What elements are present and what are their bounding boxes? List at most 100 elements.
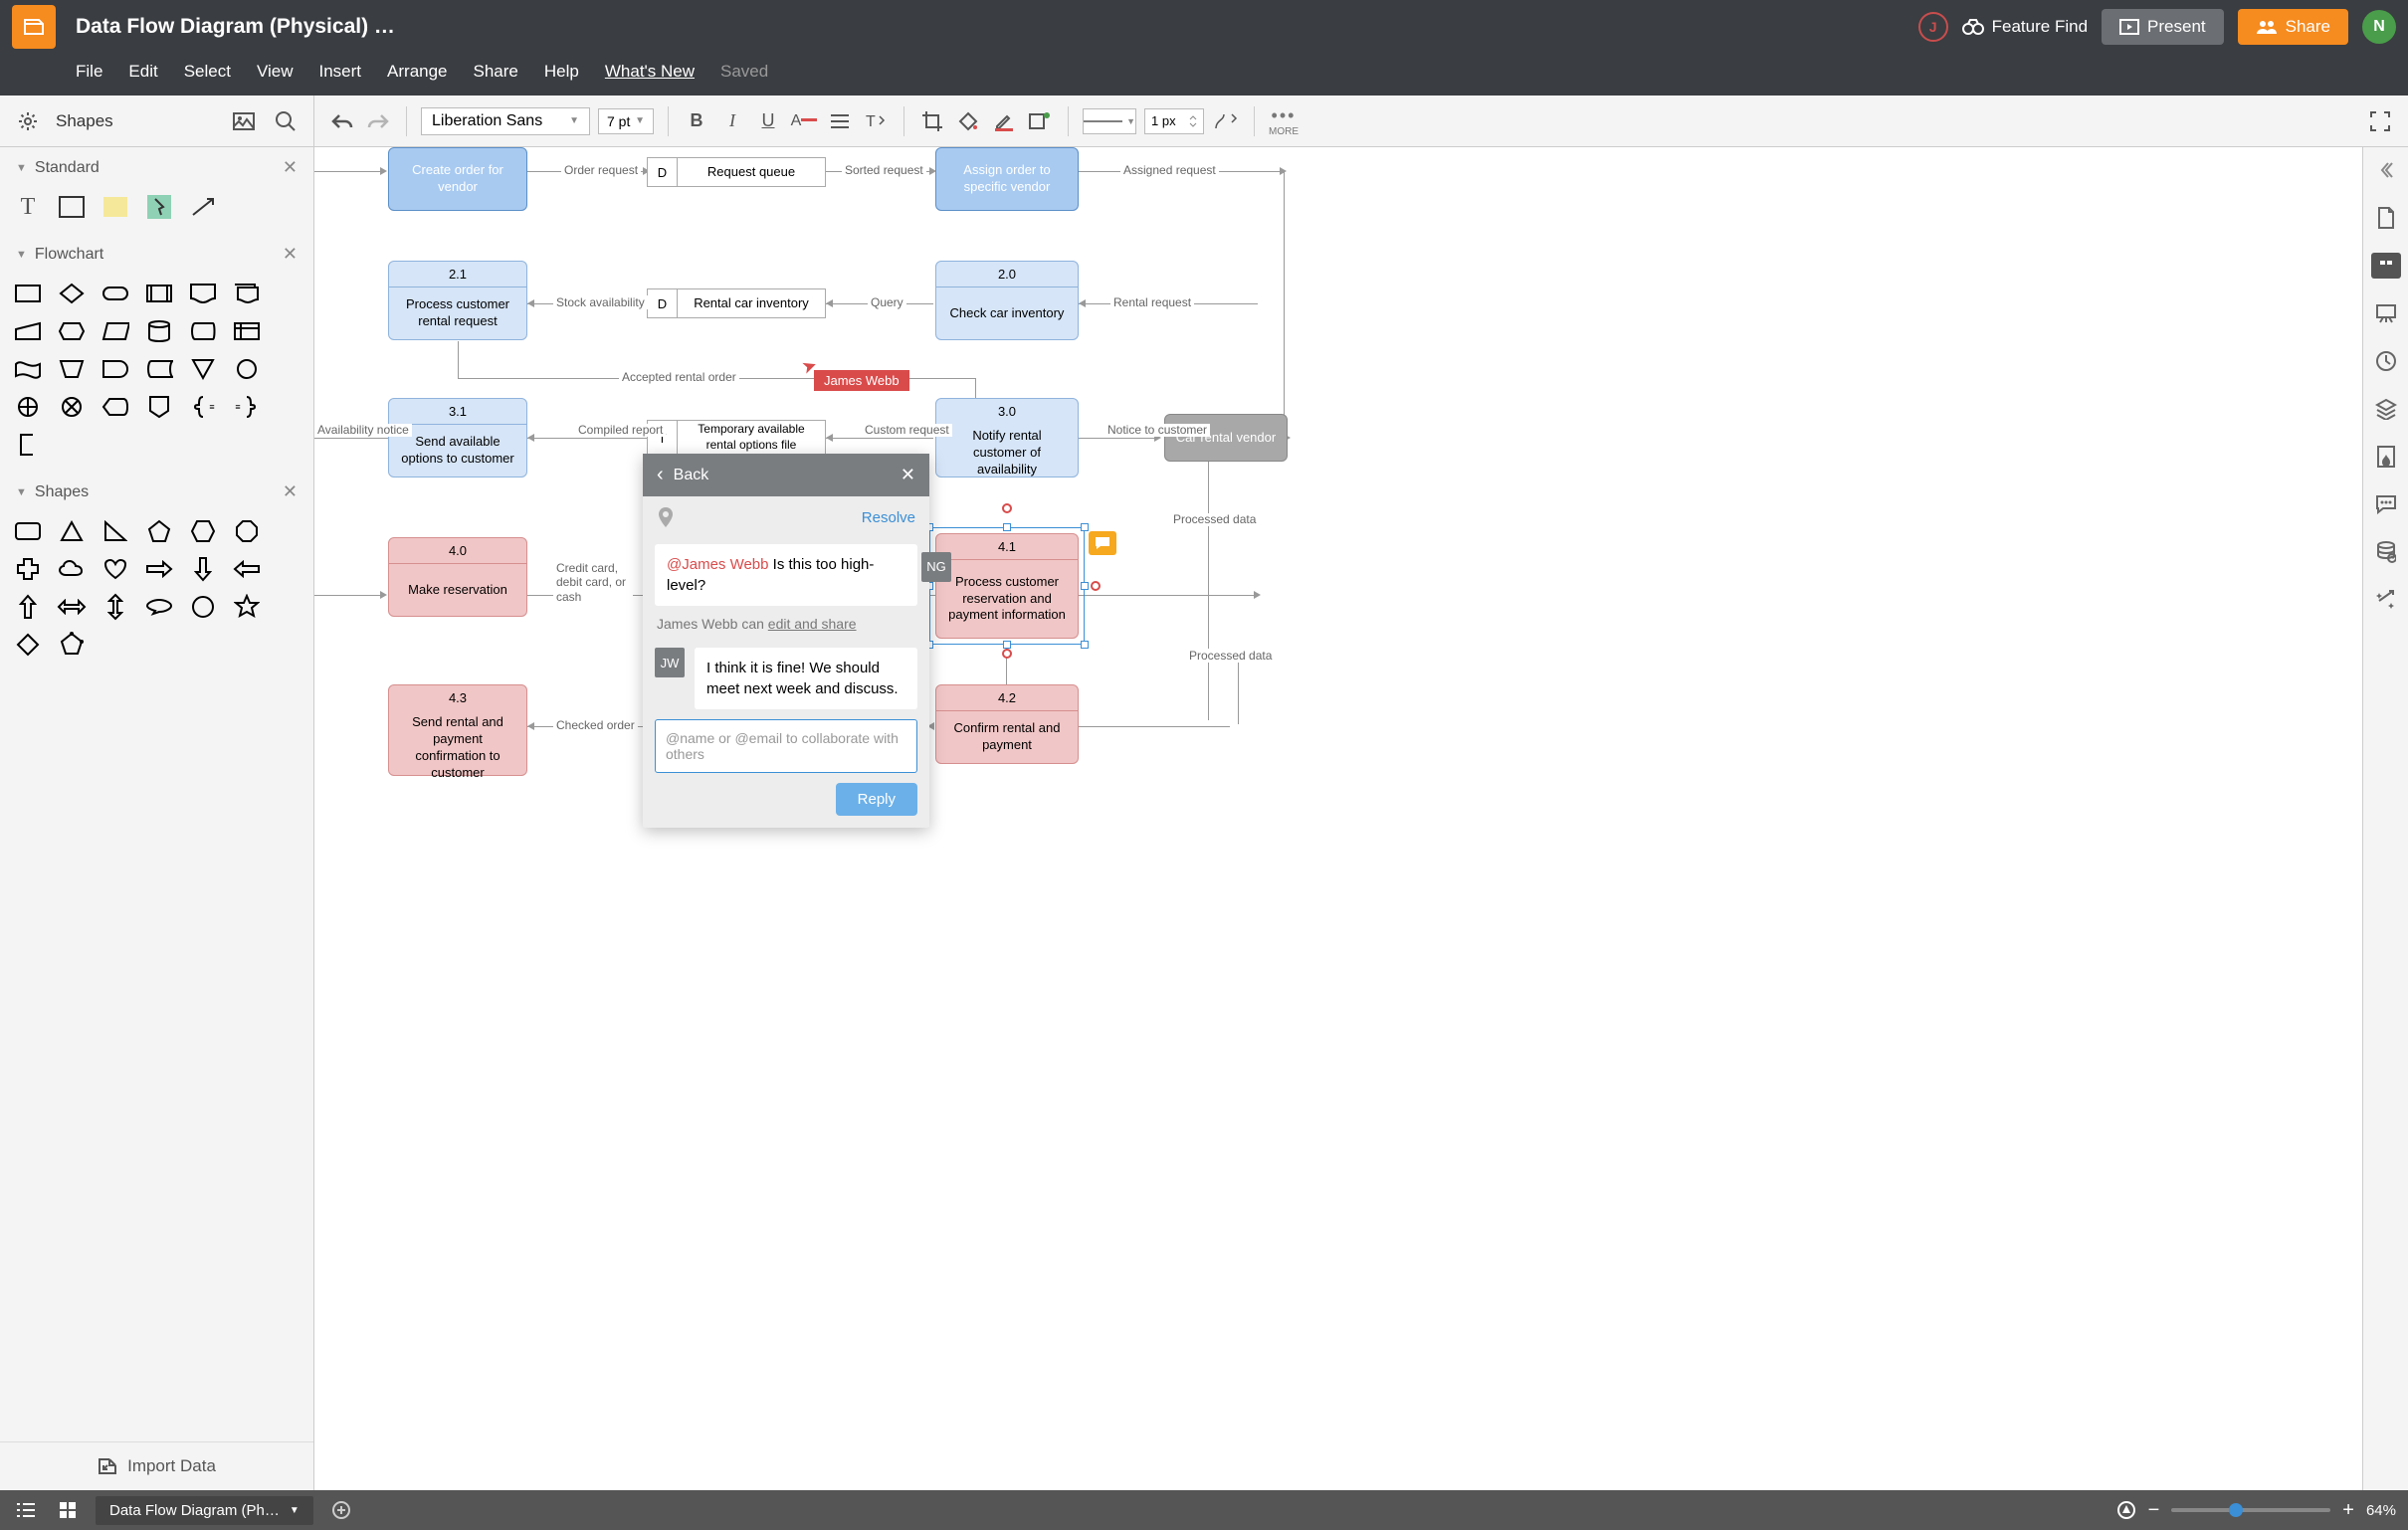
- more-button[interactable]: ••• MORE: [1269, 105, 1299, 137]
- node-process-request[interactable]: Process customer rental request: [389, 287, 526, 339]
- sh-arrow-left[interactable]: [231, 556, 263, 582]
- edit-share-link[interactable]: edit and share: [768, 616, 857, 632]
- text-shape[interactable]: T: [12, 194, 44, 220]
- menu-view[interactable]: View: [257, 62, 294, 82]
- sh-polygon[interactable]: [56, 632, 88, 658]
- sh-star[interactable]: [231, 594, 263, 620]
- comment-input[interactable]: @name or @email to collaborate with othe…: [655, 719, 917, 773]
- fc-stored[interactable]: [143, 356, 175, 382]
- fc-document[interactable]: [187, 281, 219, 306]
- sh-heart[interactable]: [100, 556, 131, 582]
- menu-insert[interactable]: Insert: [319, 62, 362, 82]
- theme-icon[interactable]: [2373, 444, 2399, 470]
- menu-file[interactable]: File: [76, 62, 102, 82]
- node-temp-file[interactable]: Temporary available rental options file: [678, 421, 825, 455]
- grid-icon[interactable]: [54, 1496, 82, 1524]
- node-confirm-rental[interactable]: Confirm rental and payment: [936, 711, 1078, 763]
- fc-note[interactable]: [12, 432, 44, 458]
- page-tab[interactable]: Data Flow Diagram (Ph… ▼: [96, 1496, 313, 1525]
- redo-icon[interactable]: [364, 107, 392, 135]
- sh-arrow-up[interactable]: [12, 594, 44, 620]
- menu-select[interactable]: Select: [184, 62, 231, 82]
- share-button[interactable]: Share: [2238, 9, 2348, 45]
- sh-cross[interactable]: [12, 556, 44, 582]
- crop-icon[interactable]: [918, 107, 946, 135]
- sh-rect[interactable]: [12, 518, 44, 544]
- search-icon[interactable]: [272, 107, 300, 135]
- fc-paper-tape[interactable]: [12, 356, 44, 382]
- gear-icon[interactable]: [14, 107, 42, 135]
- bold-icon[interactable]: B: [683, 107, 710, 135]
- fc-internal[interactable]: [231, 318, 263, 344]
- feature-find-button[interactable]: Feature Find: [1962, 17, 2088, 37]
- panel-shapes-header[interactable]: ▼Shapes ✕: [0, 472, 313, 512]
- sh-cloud[interactable]: [56, 556, 88, 582]
- sh-arrow-down[interactable]: [187, 556, 219, 582]
- node-rental-inventory[interactable]: Rental car inventory: [678, 289, 825, 317]
- node-make-reservation[interactable]: Make reservation: [389, 564, 526, 616]
- collaborator-avatar-j[interactable]: J: [1918, 12, 1948, 42]
- pin-icon[interactable]: [657, 506, 675, 528]
- underline-icon[interactable]: U: [754, 107, 782, 135]
- chat-icon[interactable]: [2373, 491, 2399, 517]
- fc-brace-r[interactable]: ≡: [231, 394, 263, 420]
- block-shape[interactable]: [143, 194, 175, 220]
- fc-delay[interactable]: [100, 356, 131, 382]
- magic-icon[interactable]: [2373, 587, 2399, 613]
- zoom-slider[interactable]: [2171, 1508, 2330, 1512]
- data-icon[interactable]: [2373, 539, 2399, 565]
- menu-edit[interactable]: Edit: [128, 62, 157, 82]
- fc-manual-op[interactable]: [56, 356, 88, 382]
- size-select[interactable]: 7 pt▼: [598, 108, 654, 134]
- node-process-payment[interactable]: Process customer reservation and payment…: [936, 560, 1078, 638]
- align-icon[interactable]: [826, 107, 854, 135]
- close-icon[interactable]: ✕: [283, 157, 298, 178]
- node-check-inventory[interactable]: Check car inventory: [936, 287, 1078, 339]
- menu-arrange[interactable]: Arrange: [387, 62, 447, 82]
- text-color-icon[interactable]: A: [790, 107, 818, 135]
- sh-diamond[interactable]: [12, 632, 44, 658]
- canvas[interactable]: Create order for vendor D Request queue …: [314, 147, 2362, 1490]
- node-car-vendor[interactable]: Car rental vendor: [1165, 415, 1287, 461]
- connector-icon[interactable]: [1212, 107, 1240, 135]
- close-icon[interactable]: ✕: [901, 465, 915, 485]
- border-color-icon[interactable]: [990, 107, 1018, 135]
- sh-arrow-right[interactable]: [143, 556, 175, 582]
- fc-connector[interactable]: [231, 356, 263, 382]
- sh-hexagon[interactable]: [187, 518, 219, 544]
- line-style-select[interactable]: ▼: [1083, 108, 1136, 134]
- font-select[interactable]: Liberation Sans▼: [421, 107, 590, 135]
- collapse-icon[interactable]: [2373, 157, 2399, 183]
- fc-or[interactable]: [12, 394, 44, 420]
- node-assign-order[interactable]: Assign order to specific vendor: [936, 148, 1078, 210]
- fc-merge[interactable]: [187, 356, 219, 382]
- fc-direct-data[interactable]: [187, 318, 219, 344]
- fullscreen-icon[interactable]: [2366, 107, 2394, 135]
- image-icon[interactable]: [230, 107, 258, 135]
- sh-arrow-lr[interactable]: [56, 594, 88, 620]
- undo-icon[interactable]: [328, 107, 356, 135]
- close-icon[interactable]: ✕: [283, 481, 298, 502]
- present-button[interactable]: Present: [2102, 9, 2224, 45]
- text-options-icon[interactable]: T: [862, 107, 890, 135]
- add-page-icon[interactable]: [327, 1496, 355, 1524]
- box-shape[interactable]: [56, 194, 88, 220]
- arrow-shape[interactable]: [187, 194, 219, 220]
- menu-whats-new[interactable]: What's New: [605, 62, 695, 82]
- comment-badge-icon[interactable]: [1089, 531, 1116, 555]
- sh-arrow-ud[interactable]: [100, 594, 131, 620]
- node-notify-availability[interactable]: Notify rental customer of availability: [936, 424, 1078, 482]
- fill-icon[interactable]: [954, 107, 982, 135]
- sh-triangle[interactable]: [56, 518, 88, 544]
- fc-terminator[interactable]: [100, 281, 131, 306]
- layers-icon[interactable]: [2373, 396, 2399, 422]
- zoom-out-button[interactable]: −: [2148, 1499, 2160, 1522]
- fc-manual-input[interactable]: [12, 318, 44, 344]
- fc-offpage[interactable]: [143, 394, 175, 420]
- resolve-button[interactable]: Resolve: [862, 509, 915, 526]
- fc-predefined[interactable]: [143, 281, 175, 306]
- fc-data[interactable]: [100, 318, 131, 344]
- fc-display[interactable]: [100, 394, 131, 420]
- menu-help[interactable]: Help: [544, 62, 579, 82]
- doc-title[interactable]: Data Flow Diagram (Physical) …: [76, 15, 395, 39]
